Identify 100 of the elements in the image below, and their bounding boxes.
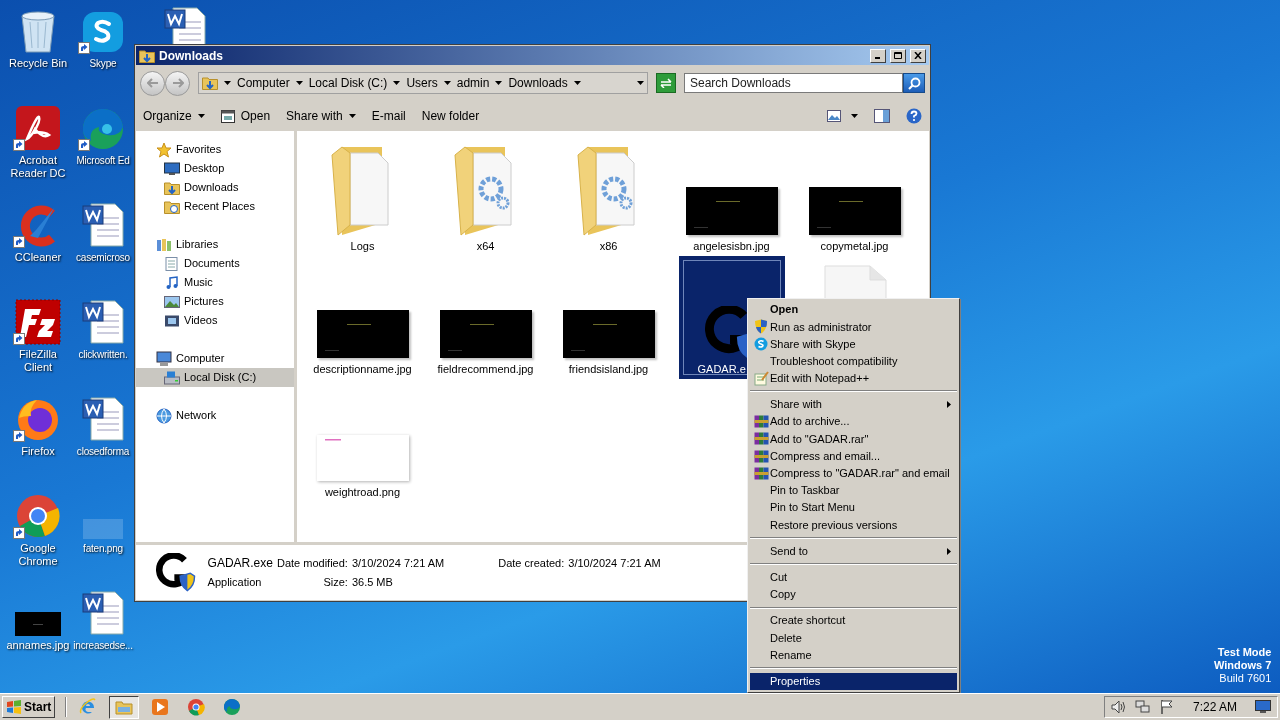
nav-item[interactable]: Local Disk (C:) bbox=[136, 368, 294, 387]
start-button[interactable]: Start bbox=[2, 696, 56, 718]
desktop-icon[interactable]: Recycle Bin bbox=[8, 4, 68, 70]
file-item[interactable]: weightroad.png bbox=[309, 379, 416, 502]
menu-item[interactable]: Create shortcut bbox=[750, 612, 957, 630]
desktop-icon-label: Acrobat Reader DC bbox=[9, 154, 67, 180]
desktop-icon[interactable]: CCleaner bbox=[13, 198, 63, 264]
field-label: Date created: bbox=[498, 556, 565, 571]
desktop-icon-label: CCleaner bbox=[14, 251, 62, 264]
desktop-icon[interactable]: closedforma bbox=[76, 392, 130, 458]
field-value: 36.5 MB bbox=[351, 575, 394, 591]
field-value: 3/10/2024 7:21 AM bbox=[568, 556, 661, 571]
file-name: x86 bbox=[598, 239, 619, 254]
nav-item[interactable]: Downloads bbox=[136, 178, 294, 197]
os-build-text: Test Mode bbox=[1217, 646, 1272, 659]
nav-item[interactable]: Documents bbox=[136, 254, 294, 273]
menu-item[interactable]: Add to "GADAR.rar" bbox=[750, 430, 957, 448]
file-name: angelesisbn.jpg bbox=[692, 239, 771, 254]
file-item[interactable]: friendsisland.jpg bbox=[555, 256, 662, 379]
file-item[interactable]: angelesisbn.jpg bbox=[678, 133, 785, 256]
menu-item[interactable]: Copy bbox=[750, 585, 957, 603]
desktop-icon[interactable]: casemicroso bbox=[76, 198, 130, 264]
toolbar-button[interactable]: Open bbox=[220, 107, 271, 125]
search-field[interactable]: Search Downloads bbox=[684, 73, 903, 93]
breadcrumb-item[interactable]: Users bbox=[406, 74, 438, 92]
nav-item[interactable]: Computer bbox=[136, 349, 294, 368]
menu-item[interactable]: Cut bbox=[750, 568, 957, 586]
nav-item[interactable]: Libraries bbox=[136, 235, 294, 254]
desktop-icon[interactable]: increasedse... bbox=[73, 586, 133, 652]
desktop-icon[interactable]: Google Chrome bbox=[4, 489, 72, 568]
desktop-icon-label: faten.png bbox=[83, 542, 123, 555]
file-item[interactable]: fieldrecommend.jpg bbox=[432, 256, 539, 379]
desktop-icon[interactable]: Skype bbox=[78, 4, 128, 70]
file-item[interactable]: descriptionname.jpg bbox=[309, 256, 416, 379]
nav-label: Desktop bbox=[184, 161, 225, 177]
menu-item[interactable]: Send to bbox=[750, 542, 957, 560]
file-item[interactable]: Logs bbox=[309, 133, 416, 256]
menu-item[interactable]: Pin to Start Menu bbox=[750, 499, 957, 517]
desktop-icon[interactable]: Firefox bbox=[13, 392, 63, 458]
breadcrumb-item[interactable]: Computer bbox=[237, 74, 290, 92]
nav-item[interactable]: Recent Places bbox=[136, 197, 294, 216]
nav-label: Pictures bbox=[184, 294, 224, 310]
toolbar-button[interactable]: Share with bbox=[286, 107, 356, 125]
file-item[interactable]: x64 bbox=[432, 133, 539, 256]
menu-item[interactable]: Share with bbox=[750, 395, 957, 414]
file-item[interactable]: x86 bbox=[555, 133, 662, 256]
file-item[interactable]: copymetal.jpg bbox=[801, 133, 908, 256]
desktop-icon[interactable]: clickwritten. bbox=[78, 295, 128, 361]
toolbar-button[interactable]: E-mail bbox=[371, 107, 406, 125]
desktop-icon-label: clickwritten. bbox=[78, 348, 128, 361]
file-name: fieldrecommend.jpg bbox=[436, 362, 535, 377]
menu-item[interactable]: Add to archive... bbox=[750, 413, 957, 431]
breadcrumb-item[interactable]: Local Disk (C:) bbox=[308, 74, 388, 92]
desktop-icon-label: FileZilla Client bbox=[18, 348, 58, 374]
file-name: x64 bbox=[475, 239, 496, 254]
nav-item[interactable]: Network bbox=[136, 406, 294, 425]
field-label: Date modified: bbox=[276, 556, 348, 571]
nav-label: Local Disk (C:) bbox=[184, 370, 257, 386]
menu-item[interactable]: Rename bbox=[750, 646, 957, 664]
desktop-icon[interactable]: FileZilla Client bbox=[4, 295, 72, 374]
file-name: descriptionname.jpg bbox=[312, 362, 413, 377]
menu-item[interactable]: Restore previous versions bbox=[750, 516, 957, 534]
nav-label: Computer bbox=[176, 351, 225, 367]
desktop-icon[interactable]: Microsoft Ed bbox=[76, 101, 130, 167]
desktop-icon-label: Firefox bbox=[21, 445, 55, 458]
menu-item[interactable]: Compress and email... bbox=[750, 447, 957, 465]
nav-item[interactable]: Pictures bbox=[136, 292, 294, 311]
file-name: GADAR.exe bbox=[207, 555, 273, 573]
clock: 7:22 AM bbox=[1191, 699, 1238, 716]
field-value: 3/10/2024 7:21 AM bbox=[351, 556, 446, 571]
menu-item[interactable]: Compress to "GADAR.rar" and email bbox=[750, 464, 957, 482]
desktop-icon[interactable]: faten.png bbox=[78, 489, 128, 555]
window-title: Downloads bbox=[159, 47, 224, 65]
nav-item[interactable]: Desktop bbox=[136, 159, 294, 178]
nav-label: Music bbox=[184, 275, 213, 291]
nav-label: Videos bbox=[184, 313, 218, 329]
menu-item[interactable]: Delete bbox=[750, 629, 957, 647]
nav-label: Downloads bbox=[184, 180, 239, 196]
toolbar-button[interactable]: New folder bbox=[421, 107, 480, 125]
address-bar[interactable]: Computer Local Disk (C:) Users admin Downloads bbox=[198, 72, 648, 94]
desktop-icon[interactable]: annames.jpg bbox=[6, 586, 70, 652]
nav-label: Network bbox=[176, 408, 217, 424]
file-name: friendsisland.jpg bbox=[567, 362, 650, 377]
file-name: GADAR.e bbox=[696, 362, 747, 377]
file-name: weightroad.png bbox=[323, 485, 402, 500]
toolbar-button[interactable]: Organize bbox=[143, 107, 205, 125]
desktop-icon-label: Recycle Bin bbox=[8, 57, 68, 70]
menu-item[interactable]: Pin to Taskbar bbox=[750, 481, 957, 500]
desktop-icon-label: annames.jpg bbox=[6, 639, 70, 652]
nav-label: Documents bbox=[184, 256, 240, 272]
desktop-icon-label: Google Chrome bbox=[17, 542, 59, 568]
file-type: Application bbox=[207, 575, 263, 591]
desktop-icon-label: Skype bbox=[89, 57, 117, 70]
breadcrumb-item[interactable]: admin bbox=[456, 74, 490, 92]
nav-item[interactable]: Music bbox=[136, 273, 294, 292]
menu-item[interactable]: Properties bbox=[750, 672, 957, 690]
nav-item[interactable]: Videos bbox=[136, 311, 294, 330]
desktop-icon[interactable]: Acrobat Reader DC bbox=[4, 101, 72, 180]
breadcrumb-item[interactable]: Downloads bbox=[508, 74, 568, 92]
nav-item[interactable]: Favorites bbox=[136, 140, 294, 159]
